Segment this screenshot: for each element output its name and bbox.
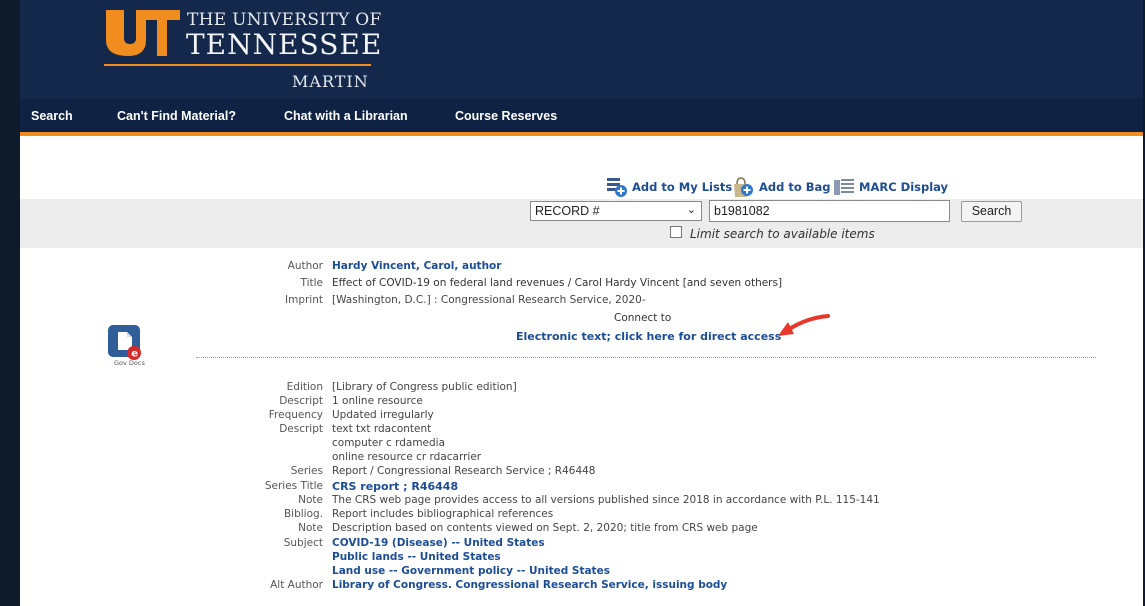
add-to-bag-label: Add to Bag [759, 180, 831, 194]
nav-cant-find-material[interactable]: Can't Find Material? [117, 109, 236, 123]
bag-icon [734, 177, 753, 197]
imprint-label: Imprint [285, 294, 323, 306]
connect-to-label: Connect to [614, 312, 672, 324]
search-field-value: RECORD # [535, 204, 600, 218]
imprint-value: [Washington, D.C.] : Congressional Resea… [332, 294, 646, 306]
series-label: Series [290, 465, 323, 477]
descript-label: Descript [279, 423, 323, 435]
note-value: Description based on contents viewed on … [332, 522, 758, 534]
nav-search[interactable]: Search [31, 109, 73, 123]
svg-text:e: e [131, 349, 138, 360]
subject-label: Subject [283, 537, 323, 549]
marc-icon [834, 179, 854, 195]
descript-label: Descript [279, 395, 323, 407]
catalog-page: THE UNIVERSITY OF TENNESSEE MARTIN Searc… [20, 0, 1143, 606]
descript-value: computer c rdamedia [332, 437, 446, 449]
nav-chat-librarian[interactable]: Chat with a Librarian [284, 109, 408, 123]
bibliog-label: Bibliog. [283, 508, 323, 520]
descript-value: 1 online resource [332, 395, 423, 407]
add-to-lists-button[interactable]: Add to My Lists [606, 176, 732, 198]
series-title-label: Series Title [264, 480, 323, 492]
list-add-icon [607, 178, 627, 197]
marc-display-label: MARC Display [859, 180, 949, 194]
bibliog-value: Report includes bibliographical referenc… [332, 508, 554, 520]
university-line1: THE UNIVERSITY OF [187, 10, 382, 30]
header-divider [104, 64, 371, 66]
ut-logo-icon[interactable] [106, 10, 180, 56]
university-name: TENNESSEE [186, 28, 383, 61]
author-label: Author [287, 260, 323, 272]
subject-link[interactable]: Public lands -- United States [332, 551, 501, 563]
series-title-link[interactable]: CRS report ; R46448 [332, 480, 458, 493]
chevron-down-icon: ⌄ [686, 204, 696, 216]
marc-display-button[interactable]: MARC Display [833, 176, 948, 198]
alt-author-label: Alt Author [270, 579, 323, 591]
record-divider [196, 357, 1096, 358]
nav-course-reserves[interactable]: Course Reserves [455, 109, 557, 123]
note-value: The CRS web page provides access to all … [332, 494, 880, 506]
edition-label: Edition [286, 381, 323, 393]
alt-author-link[interactable]: Library of Congress. Congressional Resea… [332, 579, 727, 591]
subject-link[interactable]: Land use -- Government policy -- United … [332, 565, 610, 577]
descript-value: online resource cr rdacarrier [332, 451, 482, 463]
author-link[interactable]: Hardy Vincent, Carol, author [332, 260, 501, 272]
campus-name: MARTIN [292, 72, 369, 91]
red-arrow-icon [778, 314, 830, 336]
limit-available-label: Limit search to available items [690, 227, 875, 241]
search-field-select[interactable]: RECORD # ⌄ [530, 201, 702, 221]
frequency-value: Updated irregularly [332, 409, 434, 421]
gov-docs-caption: Gov Docs [114, 359, 145, 367]
subject-link[interactable]: COVID-19 (Disease) -- United States [332, 537, 545, 549]
add-to-bag-button[interactable]: Add to Bag [731, 176, 831, 198]
frequency-label: Frequency [268, 409, 323, 421]
search-input[interactable] [709, 200, 950, 222]
search-button[interactable]: Search [961, 201, 1022, 222]
limit-available-checkbox[interactable] [670, 226, 682, 238]
title-label: Title [300, 277, 323, 289]
note-label: Note [298, 522, 323, 534]
title-value: Effect of COVID-19 on federal land reven… [332, 277, 783, 289]
direct-access-link[interactable]: Electronic text; click here for direct a… [516, 330, 781, 343]
note-label: Note [298, 494, 323, 506]
add-to-lists-label: Add to My Lists [632, 180, 733, 194]
nav-accent-bar [20, 132, 1143, 136]
series-value: Report / Congressional Research Service … [332, 465, 596, 477]
descript-value: text txt rdacontent [332, 423, 432, 435]
edition-value: [Library of Congress public edition] [332, 381, 517, 393]
gov-docs-icon: e [108, 325, 141, 360]
